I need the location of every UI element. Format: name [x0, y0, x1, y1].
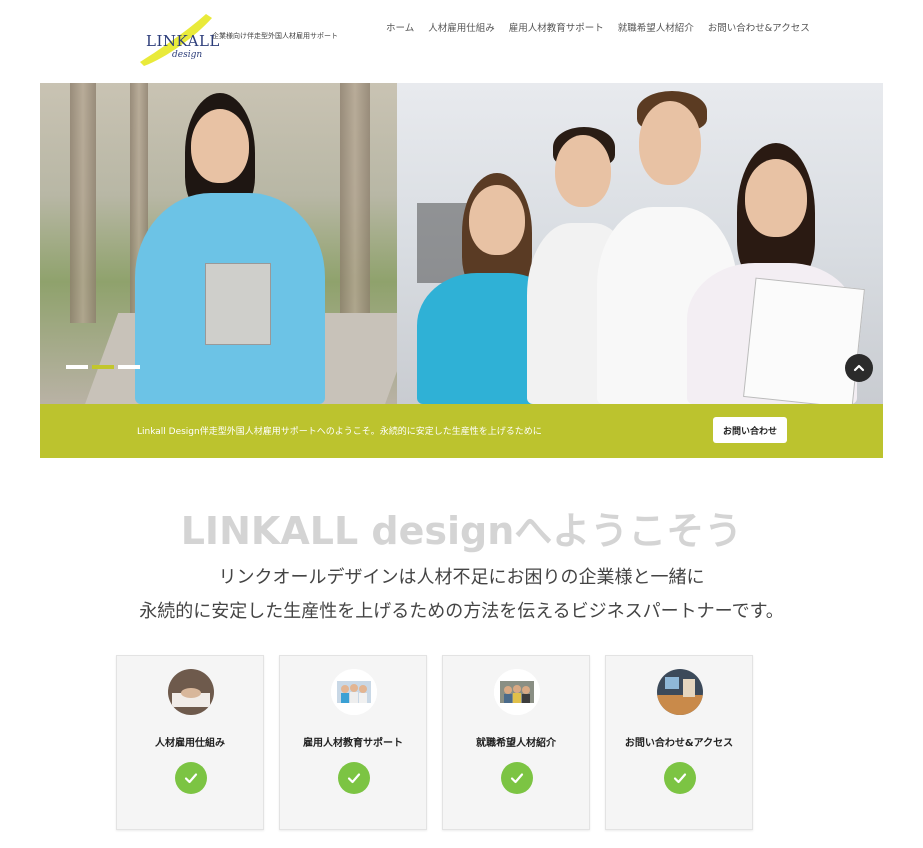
welcome-banner: Linkall Design伴走型外国人材雇用サポートへのようこそ。永続的に安定… [40, 404, 883, 458]
hero-slider [40, 83, 883, 404]
site-header: LINKALL design 企業様向け伴走型外国人材雇用サポート ホーム 人材… [0, 0, 923, 82]
chevron-up-icon [853, 364, 865, 372]
check-icon [664, 762, 696, 794]
card-title: 人材雇用仕組み [155, 738, 225, 749]
card-hiring-system[interactable]: 人材雇用仕組み [116, 655, 264, 830]
nav-item-hiring-system[interactable]: 人材雇用仕組み [428, 20, 495, 34]
card-talent-introduction[interactable]: 就職希望人材紹介 [442, 655, 590, 830]
scroll-to-top-button[interactable] [845, 354, 873, 382]
office-photo-icon [657, 669, 703, 715]
contact-button[interactable]: お問い合わせ [713, 417, 787, 443]
check-icon [501, 762, 533, 794]
welcome-description-line-2: 永続的に安定した生産性を上げるための方法を伝えるビジネスパートナーです。 [139, 601, 784, 622]
card-title: 就職希望人材紹介 [476, 738, 556, 749]
nav-item-home[interactable]: ホーム [386, 20, 414, 34]
card-title: 雇用人材教育サポート [303, 738, 403, 749]
banner-text: Linkall Design伴走型外国人材雇用サポートへのようこそ。永続的に安定… [137, 427, 542, 437]
hero-image-team [397, 83, 883, 404]
card-education-support[interactable]: 雇用人材教育サポート [279, 655, 427, 830]
team-photo-icon [331, 669, 377, 715]
group-photo-icon [494, 669, 540, 715]
service-cards: 人材雇用仕組み 雇用人材教育サポート 就職希望人材紹介 お問い合わせ&アクセス [116, 655, 768, 830]
site-logo[interactable]: LINKALL design [136, 12, 219, 68]
slider-dot-3[interactable] [118, 365, 140, 369]
logo-subtext: design [172, 50, 203, 60]
logo-text: LINKALL [146, 32, 220, 50]
main-nav: ホーム 人材雇用仕組み 雇用人材教育サポート 就職希望人材紹介 お問い合わせ&ア… [386, 20, 824, 34]
slider-dot-1[interactable] [66, 365, 88, 369]
welcome-description-line-1: リンクオールデザインは人材不足にお困りの企業様と一緒に [218, 567, 705, 588]
handshake-photo-icon [168, 669, 214, 715]
slider-dot-2[interactable] [92, 365, 114, 369]
check-icon [175, 762, 207, 794]
nav-item-talent-introduction[interactable]: 就職希望人材紹介 [618, 20, 694, 34]
site-tagline: 企業様向け伴走型外国人材雇用サポート [212, 32, 338, 40]
slider-pagination [66, 365, 140, 369]
nav-item-education-support[interactable]: 雇用人材教育サポート [509, 20, 604, 34]
check-icon [338, 762, 370, 794]
card-title: お問い合わせ&アクセス [624, 738, 734, 749]
hero-image-student [40, 83, 419, 404]
nav-item-contact-access[interactable]: お問い合わせ&アクセス [708, 20, 810, 34]
welcome-title: LINKALL designへようこそう [180, 509, 743, 553]
card-contact-access[interactable]: お問い合わせ&アクセス [605, 655, 753, 830]
